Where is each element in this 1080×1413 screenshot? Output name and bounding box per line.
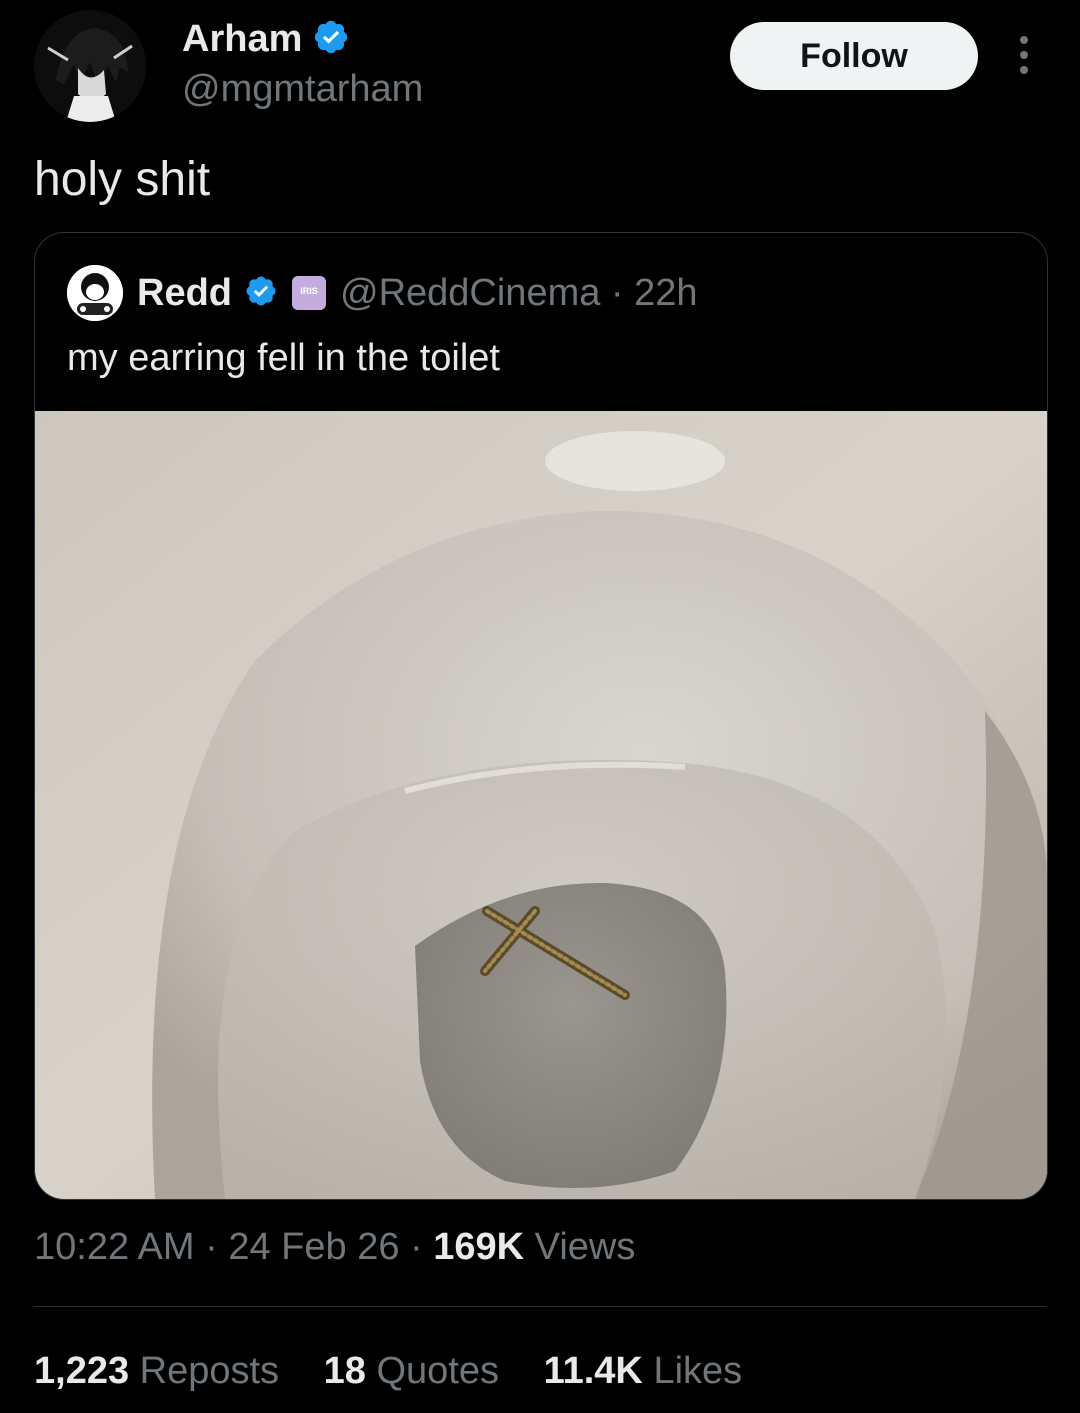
more-dots-icon[interactable] bbox=[1004, 34, 1044, 78]
likes-stat[interactable]: 11.4K Likes bbox=[544, 1350, 743, 1392]
likes-label: Likes bbox=[653, 1350, 743, 1392]
quoted-tweet-age[interactable]: 22h bbox=[634, 272, 697, 314]
quotes-count: 18 bbox=[323, 1350, 366, 1392]
separator-dot: · bbox=[410, 1226, 434, 1268]
quoted-tweet-text: my earring fell in the toilet bbox=[67, 337, 500, 379]
verified-badge-icon bbox=[312, 18, 350, 61]
reposts-count: 1,223 bbox=[34, 1350, 130, 1392]
separator-dot: · bbox=[205, 1226, 229, 1268]
follow-button[interactable]: Follow bbox=[730, 22, 978, 90]
quotes-label: Quotes bbox=[376, 1350, 499, 1392]
tweet-header: Arham @mgmtarham Follow bbox=[0, 0, 1080, 130]
reposts-label: Reposts bbox=[139, 1350, 280, 1392]
quotes-stat[interactable]: 18 Quotes bbox=[324, 1350, 510, 1392]
quoted-author-avatar[interactable] bbox=[67, 265, 123, 321]
tweet-meta: 10:22 AM · 24 Feb 26 · 169K Views bbox=[34, 1226, 635, 1269]
reposts-stat[interactable]: 1,223 Reposts bbox=[34, 1350, 290, 1392]
quoted-author-handle[interactable]: @ReddCinema bbox=[340, 272, 600, 314]
quoted-tweet[interactable]: Redd IRIS @ReddCinema · 22h my earring f… bbox=[34, 232, 1048, 1200]
author-handle[interactable]: @mgmtarham bbox=[182, 68, 423, 111]
tweet-text: holy shit bbox=[34, 153, 211, 206]
likes-count: 11.4K bbox=[543, 1350, 643, 1392]
verified-badge-icon bbox=[244, 274, 278, 313]
tweet-date[interactable]: 24 Feb 26 bbox=[228, 1226, 399, 1268]
affiliate-badge-text: IRIS bbox=[300, 286, 318, 296]
engagement-stats: 1,223 Reposts 18 Quotes 11.4K Likes bbox=[34, 1350, 776, 1393]
affiliate-badge-icon[interactable]: IRIS bbox=[292, 276, 326, 310]
separator-dot: · bbox=[610, 271, 635, 314]
divider bbox=[34, 1306, 1046, 1307]
quoted-author-name[interactable]: Redd bbox=[137, 272, 232, 315]
author-name[interactable]: Arham bbox=[182, 18, 302, 61]
tweet-time[interactable]: 10:22 AM bbox=[34, 1226, 195, 1268]
views-count: 169K bbox=[433, 1226, 525, 1268]
views-label: Views bbox=[534, 1226, 636, 1268]
author-avatar[interactable] bbox=[34, 10, 146, 122]
quoted-tweet-image[interactable] bbox=[35, 411, 1047, 1199]
